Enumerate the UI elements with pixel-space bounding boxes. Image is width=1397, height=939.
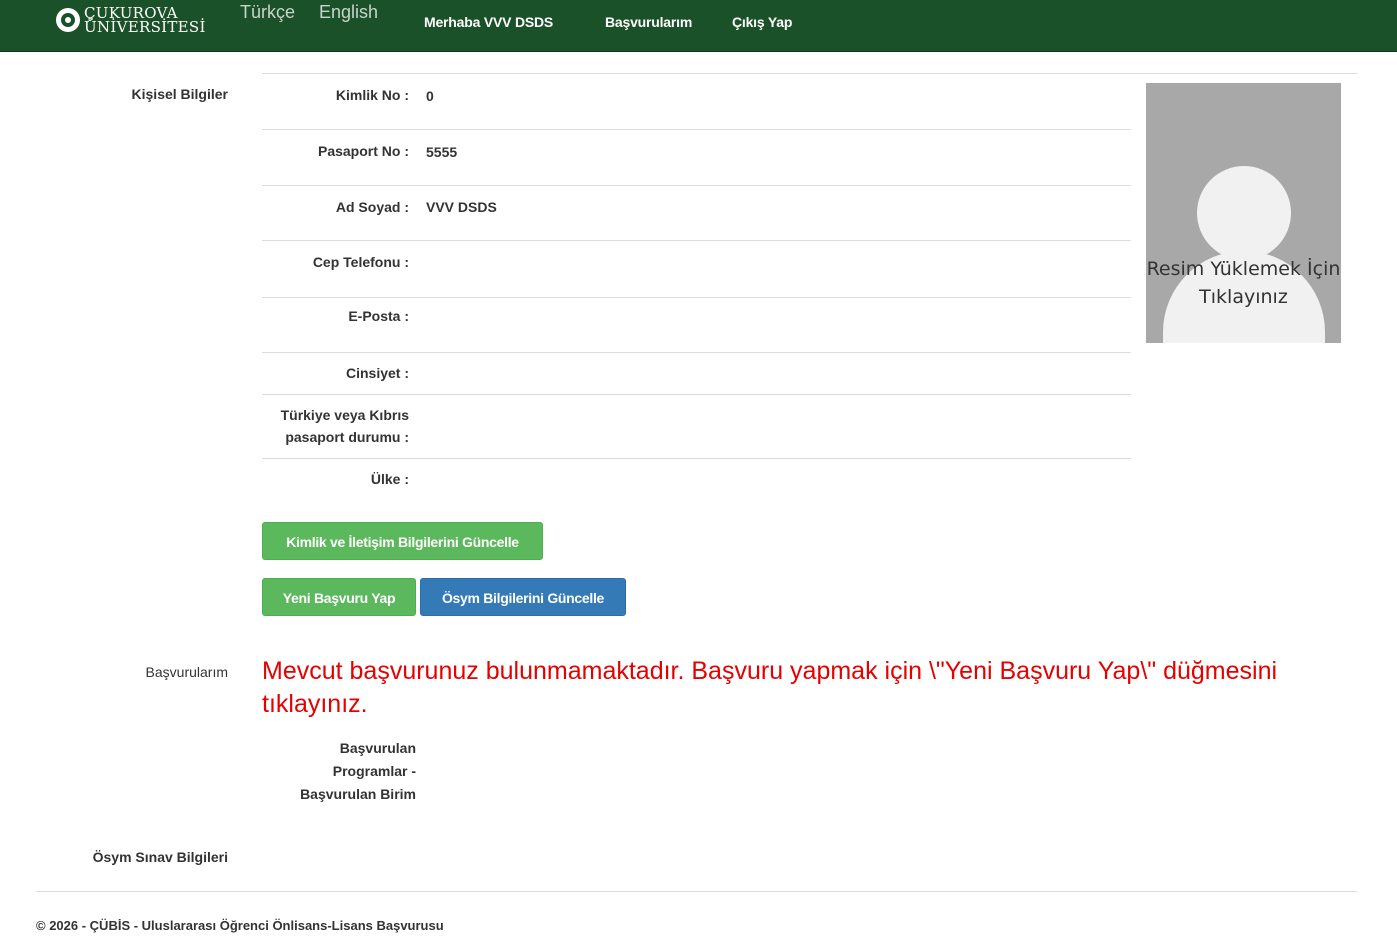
info-row-identity-no: Kimlik No : 0 bbox=[262, 74, 1131, 130]
info-row-full-name: Ad Soyad : VVV DSDS bbox=[262, 186, 1131, 241]
photo-upload-area[interactable]: Resim Yüklemek İçin Tıklayınız bbox=[1146, 83, 1341, 343]
personal-info-heading: Kişisel Bilgiler bbox=[131, 86, 228, 102]
info-row-mobile-phone: Cep Telefonu : bbox=[262, 241, 1131, 298]
identity-no-value: 0 bbox=[426, 88, 434, 104]
country-label: Ülke : bbox=[370, 471, 409, 487]
email-label: E-Posta : bbox=[348, 308, 409, 324]
mobile-phone-label: Cep Telefonu : bbox=[312, 254, 409, 270]
footer-divider bbox=[36, 891, 1357, 892]
passport-no-label: Pasaport No : bbox=[317, 143, 409, 159]
brand-line-2: ÜNİVERSİTESİ bbox=[84, 18, 206, 36]
update-osym-button[interactable]: Ösym Bilgilerini Güncelle bbox=[420, 578, 626, 616]
brand-name: ÇUKUROVA ÜNİVERSİTESİ bbox=[84, 6, 206, 36]
full-name-label: Ad Soyad : bbox=[335, 199, 409, 215]
full-name-value: VVV DSDS bbox=[426, 199, 497, 215]
passport-no-value: 5555 bbox=[426, 144, 458, 160]
applied-programs-label: Başvurulan Programlar - Başvurulan Birim bbox=[300, 740, 416, 802]
info-row-country: Ülke : bbox=[262, 459, 1131, 501]
osym-exam-info-heading: Ösym Sınav Bilgileri bbox=[92, 849, 228, 865]
info-row-email: E-Posta : bbox=[262, 298, 1131, 353]
language-turkish-link[interactable]: Türkçe bbox=[240, 2, 295, 23]
applications-nav-link[interactable]: Başvurularım bbox=[605, 14, 692, 30]
no-application-notice: Mevcut başvurunuz bulunmamaktadır. Başvu… bbox=[262, 657, 1278, 718]
passport-status-label: Türkiye veya Kıbrıs pasaport durumu : bbox=[280, 407, 409, 445]
footer-copyright: © 2026 - ÇÜBİS - Uluslararası Öğrenci Ön… bbox=[36, 918, 444, 933]
applications-heading: Başvurularım bbox=[145, 664, 228, 680]
avatar-placeholder-icon bbox=[1197, 166, 1291, 260]
photo-upload-text: Resim Yüklemek İçin Tıklayınız bbox=[1146, 258, 1341, 308]
greeting-user-link[interactable]: Merhaba VVV DSDS bbox=[424, 14, 553, 30]
update-identity-contact-button[interactable]: Kimlik ve İletişim Bilgilerini Güncelle bbox=[262, 522, 543, 560]
university-logo-icon bbox=[56, 8, 80, 32]
new-application-button[interactable]: Yeni Başvuru Yap bbox=[262, 578, 416, 616]
identity-no-label: Kimlik No : bbox=[335, 87, 409, 103]
info-row-passport-status: Türkiye veya Kıbrıs pasaport durumu : bbox=[262, 395, 1131, 459]
top-navbar: ÇUKUROVA ÜNİVERSİTESİ Türkçe English Mer… bbox=[0, 0, 1397, 52]
gender-label: Cinsiyet : bbox=[345, 365, 409, 381]
info-row-passport-no: Pasaport No : 5555 bbox=[262, 130, 1131, 186]
language-english-link[interactable]: English bbox=[319, 2, 378, 23]
logout-nav-link[interactable]: Çıkış Yap bbox=[732, 14, 792, 30]
info-row-gender: Cinsiyet : bbox=[262, 353, 1131, 395]
university-brand[interactable]: ÇUKUROVA ÜNİVERSİTESİ bbox=[56, 6, 206, 36]
